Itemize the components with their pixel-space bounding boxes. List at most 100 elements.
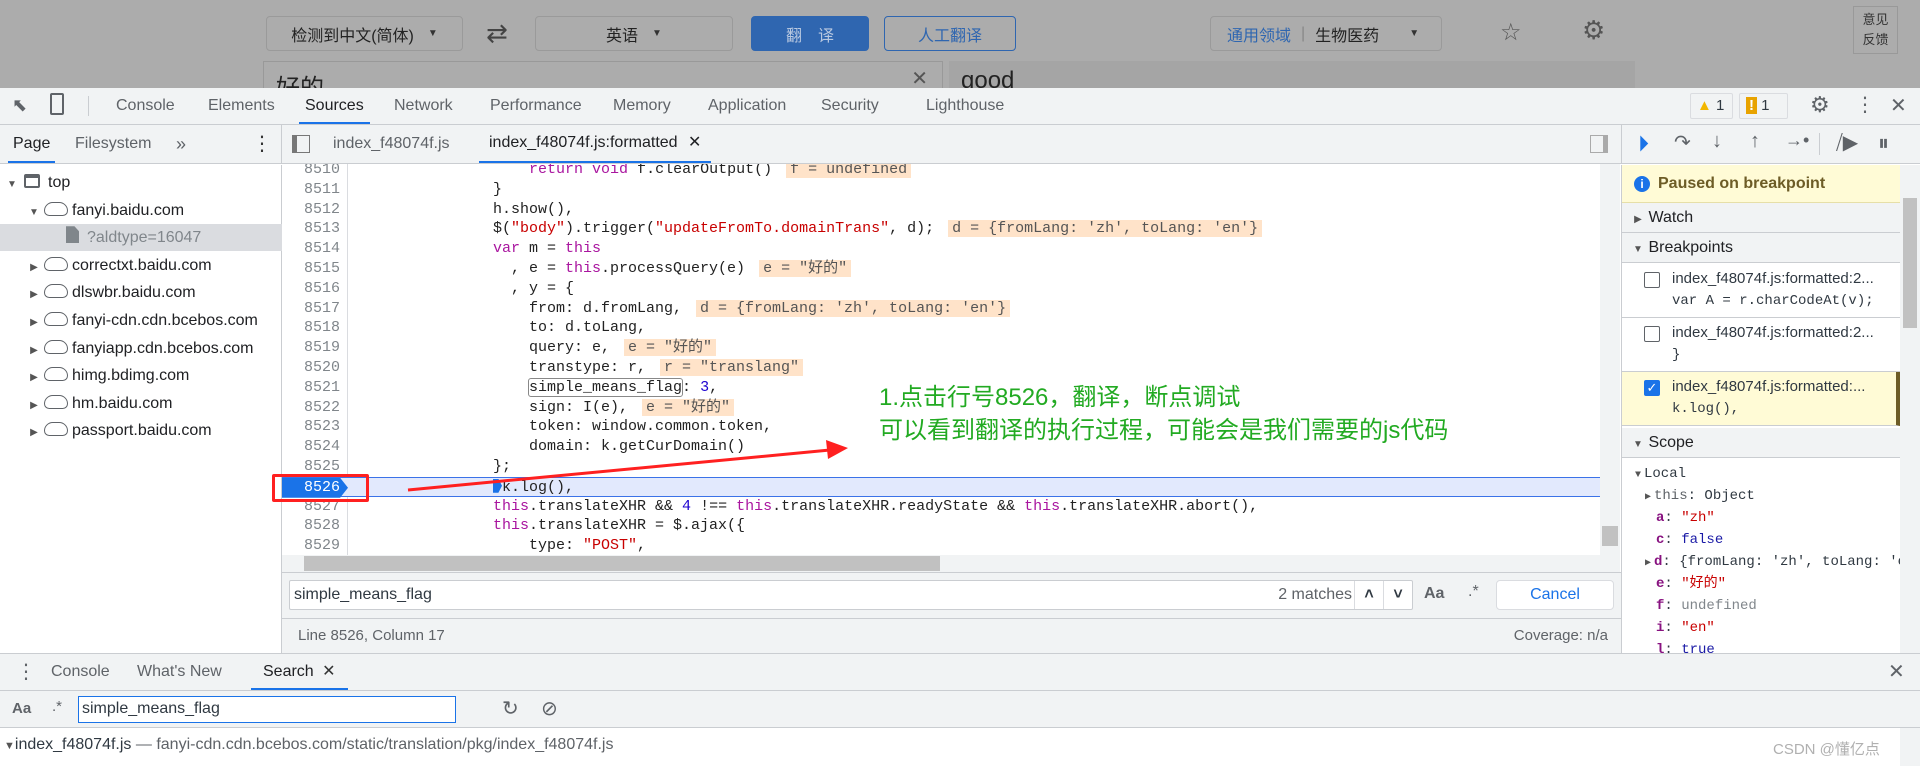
- annotation-line-1: 1.点击行号8526，翻译，断点调试: [879, 384, 1241, 411]
- search-toolbar: Aa .* simple_means_flag ↻ ⊘: [0, 691, 1920, 728]
- breakpoint-code: }: [1672, 347, 1681, 363]
- breakpoints-section-header[interactable]: ▼ Breakpoints: [1622, 233, 1900, 263]
- translate-page-background: 检测到中文(简体) ▼ ⇄ 英语 ▼ 翻 译 人工翻译 通用领域 | 生物医药 ▼ ☆ ⚙…: [0, 0, 1920, 88]
- regex-toggle[interactable]: .*: [1468, 583, 1479, 601]
- paused-banner: i Paused on breakpoint: [1622, 165, 1900, 203]
- breakpoint-location: index_f48074f.js:formatted:2...: [1672, 324, 1874, 341]
- colon: :: [1664, 576, 1682, 592]
- breakpoint-location: index_f48074f.js:formatted:...: [1672, 378, 1866, 395]
- breakpoint-checkbox[interactable]: [1644, 272, 1660, 288]
- expand-right-icon[interactable]: ▶: [1642, 487, 1654, 509]
- drawer-tab-whats-new[interactable]: What's New: [137, 654, 222, 690]
- scope-variable[interactable]: i: "en": [1656, 617, 1715, 639]
- devtools-panel: ⬉ Console Elements Sources Network Performan…: [0, 88, 1920, 766]
- paused-text: Paused on breakpoint: [1658, 175, 1826, 192]
- chevron-down-icon: ▼: [427, 28, 438, 39]
- find-query: simple_means_flag: [294, 586, 432, 603]
- drawer-tabbar: ⋮ Console What's New Search ✕ ✕: [0, 653, 1920, 691]
- favorites-icon[interactable]: ☆: [1500, 18, 1522, 47]
- regex-toggle[interactable]: .*: [52, 698, 62, 715]
- match-count: 2 matches: [1278, 586, 1352, 603]
- close-drawer-icon[interactable]: ✕: [1888, 659, 1905, 684]
- drawer-tab-search[interactable]: Search ✕: [251, 654, 348, 690]
- output-text: good: [961, 67, 1015, 88]
- breakpoint-item[interactable]: index_f48074f.js:formatted:2...}: [1622, 318, 1900, 372]
- refresh-icon[interactable]: ↻: [502, 696, 519, 721]
- source-language-label: 检测到中文(简体): [291, 27, 414, 45]
- swap-languages-icon[interactable]: ⇄: [486, 18, 508, 49]
- feedback-button[interactable]: 意见 反馈: [1853, 6, 1898, 54]
- watermark: CSDN @懂亿点: [1773, 741, 1880, 758]
- scrollbar-thumb[interactable]: [1903, 198, 1917, 328]
- scope-local[interactable]: ▼ Local: [1632, 463, 1686, 485]
- settings-icon[interactable]: ⚙: [1582, 15, 1605, 46]
- colon: :: [1687, 488, 1705, 504]
- arrow-line: [407, 448, 831, 492]
- drawer-menu-icon[interactable]: ⋮: [16, 654, 36, 690]
- expand-down-icon: ▼: [1633, 439, 1643, 450]
- breakpoint-location: index_f48074f.js:formatted:2...: [1672, 270, 1874, 287]
- scope-variable[interactable]: a: "zh": [1656, 507, 1715, 529]
- scope-value: "en": [1681, 620, 1715, 636]
- breakpoint-checkbox[interactable]: [1644, 326, 1660, 342]
- chevron-down-icon: ▼: [1409, 28, 1420, 39]
- match-case-toggle[interactable]: Aa: [12, 700, 31, 717]
- scope-variable[interactable]: ▶ this: Object: [1642, 485, 1755, 507]
- scope-variable[interactable]: l: true: [1656, 639, 1715, 653]
- cancel-find-button[interactable]: Cancel: [1496, 580, 1614, 610]
- watch-section-header[interactable]: ▶ Watch: [1622, 203, 1900, 233]
- scope-label: Scope: [1648, 434, 1694, 451]
- results-scrollbar[interactable]: [1900, 728, 1920, 766]
- expand-down-icon: ▼: [1633, 244, 1643, 255]
- scope-variable[interactable]: c: false: [1656, 529, 1723, 551]
- clear-icon[interactable]: ✕: [911, 66, 928, 88]
- coverage-status: Coverage: n/a: [1513, 627, 1608, 644]
- translation-output: good: [949, 61, 1635, 88]
- match-case-toggle[interactable]: Aa: [1424, 585, 1444, 603]
- scope-value: "好的": [1681, 576, 1727, 592]
- source-text: 好的: [276, 75, 324, 88]
- drawer-tab-console[interactable]: Console: [51, 654, 110, 690]
- source-text-input[interactable]: 好的 ✕: [263, 61, 943, 88]
- previous-match-icon[interactable]: ˄: [1354, 581, 1383, 609]
- breakpoint-item[interactable]: index_f48074f.js:formatted:2...var A = r…: [1622, 264, 1900, 318]
- human-translate-button[interactable]: 人工翻译: [884, 16, 1016, 51]
- scope-value: true: [1681, 642, 1715, 653]
- domain-general-label: 通用领域: [1227, 27, 1292, 45]
- search-tab-label: Search: [263, 663, 314, 680]
- clear-search-icon[interactable]: ⊘: [541, 696, 558, 721]
- target-language-select[interactable]: 英语 ▼: [535, 16, 733, 51]
- breakpoint-item[interactable]: ✓ index_f48074f.js:formatted:... k.log(),: [1622, 372, 1900, 426]
- arrow-head: [826, 440, 848, 459]
- domain-select[interactable]: 通用领域 | 生物医药 ▼: [1210, 16, 1442, 51]
- close-tab-icon[interactable]: ✕: [322, 663, 335, 680]
- breakpoints-label: Breakpoints: [1648, 239, 1733, 256]
- info-icon: i: [1634, 176, 1650, 192]
- scope-value: undefined: [1681, 598, 1757, 614]
- scope-variable[interactable]: e: "好的": [1656, 573, 1726, 595]
- next-match-icon[interactable]: ˅: [1383, 581, 1412, 609]
- scope-section-header[interactable]: ▼ Scope: [1622, 428, 1900, 458]
- watch-label: Watch: [1648, 209, 1694, 226]
- breakpoint-code: k.log(),: [1672, 401, 1740, 417]
- colon: :: [1664, 598, 1682, 614]
- debugger-scrollbar[interactable]: [1900, 165, 1920, 653]
- result-file: index_f48074f.js: [14, 736, 132, 753]
- breakpoint-code: var A = r.charCodeAt(v);: [1672, 293, 1874, 309]
- search-result-row[interactable]: ▼index_f48074f.js — fanyi-cdn.cdn.bcebos…: [0, 728, 1900, 766]
- search-input[interactable]: simple_means_flag: [78, 696, 456, 723]
- cursor-position: Line 8526, Column 17: [298, 627, 445, 644]
- chevron-down-icon: ▼: [652, 28, 662, 39]
- source-language-select[interactable]: 检测到中文(简体) ▼: [266, 16, 463, 51]
- breakpoint-checkbox[interactable]: ✓: [1644, 380, 1660, 396]
- scope-variable[interactable]: f: undefined: [1656, 595, 1757, 617]
- scope-value: "zh": [1681, 510, 1715, 526]
- expand-right-icon[interactable]: ▶: [1642, 553, 1654, 575]
- scope-variable[interactable]: ▶d: {fromLang: 'zh', toLang: 'en'}: [1642, 551, 1900, 573]
- find-input[interactable]: simple_means_flag 2 matches ˄ ˅: [289, 580, 1413, 610]
- translate-button[interactable]: 翻 译: [751, 16, 869, 51]
- scope-value: false: [1681, 532, 1724, 548]
- colon: :: [1662, 554, 1680, 570]
- colon: :: [1664, 620, 1682, 636]
- expand-down-icon: ▼: [4, 740, 15, 752]
